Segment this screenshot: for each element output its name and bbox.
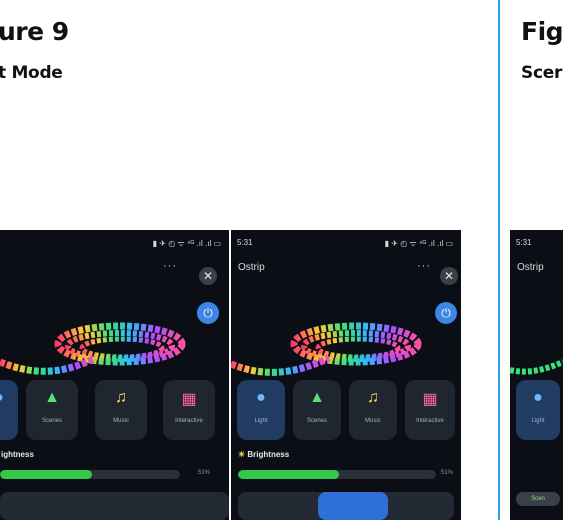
tab-light-label: Light bbox=[254, 418, 268, 424]
interactive-icon: ▦ bbox=[181, 391, 197, 408]
light-icon: ● bbox=[0, 389, 18, 407]
tab-interactive[interactable]: ▦ Interactive bbox=[405, 380, 455, 440]
more-menu-button[interactable]: ··· bbox=[163, 260, 177, 272]
tab-interactive[interactable]: ▦ Interactive bbox=[163, 380, 215, 440]
tab-interactive-label: Interactive bbox=[175, 418, 203, 424]
app-title: Ostrip bbox=[238, 262, 265, 273]
close-icon[interactable]: ✕ bbox=[440, 267, 458, 285]
scenes-pill[interactable]: Scen bbox=[516, 492, 560, 506]
brightness-slider[interactable] bbox=[238, 470, 436, 479]
tab-light-label: Light bbox=[531, 418, 545, 424]
status-time: 5:31 bbox=[237, 238, 253, 247]
lightbulb-icon: ● bbox=[256, 389, 266, 406]
brightness-percent: 51% bbox=[198, 470, 211, 476]
figure-10-title: Fig bbox=[521, 17, 563, 46]
status-bar-icons: ▮ ✈ ◴ ᯤ ⁴ᴳ .ıl .ıl ▭ bbox=[152, 239, 221, 248]
status-bar-icons: ▮ ✈ ◴ ᯤ ⁴ᴳ .ıl .ıl ▭ bbox=[384, 239, 453, 248]
tab-music-label: Music bbox=[113, 418, 129, 424]
led-strip-image bbox=[510, 359, 563, 375]
bottom-controls bbox=[238, 492, 454, 520]
tab-music-label: Music bbox=[365, 418, 381, 424]
figure-9-subtitle: t Mode bbox=[0, 63, 63, 83]
close-icon[interactable]: ✕ bbox=[199, 267, 217, 285]
power-icon[interactable]: ⏻ bbox=[197, 302, 219, 324]
brightness-label: ightness bbox=[1, 450, 34, 459]
phone-screenshot-3: 5:31 Ostrip ● Light Scen bbox=[510, 230, 563, 520]
phone-screenshot-2: 5:31 ▮ ✈ ◴ ᯤ ⁴ᴳ .ıl .ıl ▭ Ostrip ··· ✕ ⏻… bbox=[231, 230, 461, 520]
tab-light[interactable]: ● Light bbox=[516, 380, 560, 440]
scenes-icon: ▲ bbox=[44, 389, 60, 406]
tab-light[interactable]: ● bbox=[0, 380, 18, 440]
figure-divider bbox=[498, 0, 500, 520]
brightness-slider[interactable] bbox=[0, 470, 180, 479]
tab-scenes[interactable]: ▲ Scenes bbox=[26, 380, 78, 440]
tab-interactive-label: Interactive bbox=[416, 418, 444, 424]
tab-music[interactable]: ♫ Music bbox=[349, 380, 397, 440]
bottom-selected-segment[interactable] bbox=[318, 492, 388, 520]
led-strip-image bbox=[0, 322, 186, 375]
brightness-label: Brightness bbox=[247, 450, 290, 459]
lightbulb-icon: ● bbox=[533, 389, 543, 406]
app-title: Ostrip bbox=[517, 262, 544, 273]
brightness-percent: 51% bbox=[441, 470, 454, 476]
led-strip-image bbox=[231, 322, 422, 376]
mode-tabs: ● ▲ Scenes ♫ Music ▦ Interactive bbox=[0, 380, 220, 440]
music-icon: ♫ bbox=[115, 389, 127, 406]
status-time: 5:31 bbox=[516, 238, 532, 247]
music-icon: ♫ bbox=[367, 389, 379, 406]
more-menu-button[interactable]: ··· bbox=[417, 260, 431, 272]
scenes-icon: ▲ bbox=[309, 389, 325, 406]
brightness-fill bbox=[238, 470, 339, 479]
phone-screenshot-1: ▮ ✈ ◴ ᯤ ⁴ᴳ .ıl .ıl ▭ ··· ✕ ⏻ ● ▲ Scenes … bbox=[0, 230, 229, 520]
sun-icon: ☀ bbox=[238, 450, 246, 459]
figure-9-title: ure 9 bbox=[0, 17, 69, 46]
tab-scenes-label: Scenes bbox=[306, 418, 327, 424]
mode-tabs: ● Light ▲ Scenes ♫ Music ▦ Interactive bbox=[237, 380, 455, 440]
brightness-fill bbox=[0, 470, 92, 479]
bottom-controls bbox=[0, 492, 229, 520]
tab-light[interactable]: ● Light bbox=[237, 380, 285, 440]
tab-scenes[interactable]: ▲ Scenes bbox=[293, 380, 341, 440]
interactive-icon: ▦ bbox=[422, 391, 438, 408]
tab-scenes-label: Scenes bbox=[41, 418, 62, 424]
brightness-heading: ☀ Brightness bbox=[238, 450, 289, 459]
figure-10-subtitle: Scer bbox=[521, 63, 563, 83]
tab-music[interactable]: ♫ Music bbox=[95, 380, 147, 440]
